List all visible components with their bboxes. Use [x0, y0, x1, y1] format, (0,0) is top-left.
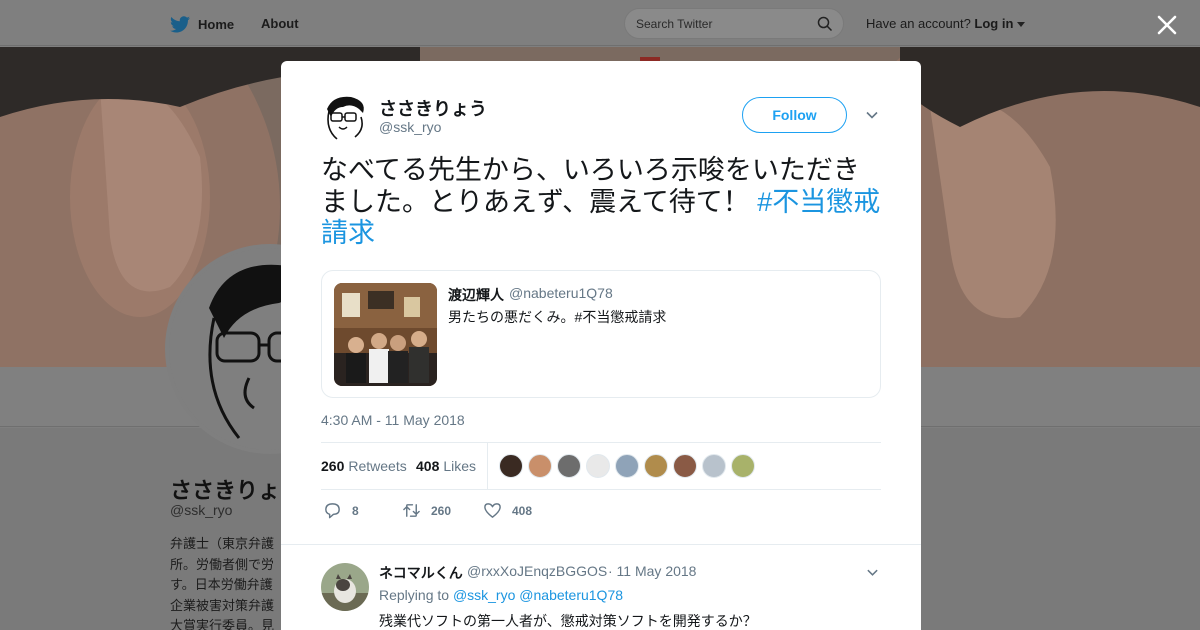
search-box	[624, 8, 844, 39]
reply-chevron-down-icon[interactable]	[866, 566, 879, 579]
account-prompt-text: Have an account?	[866, 16, 971, 31]
liker-avatar[interactable]	[586, 454, 610, 478]
search-input[interactable]	[636, 9, 816, 38]
nav-home-label: Home	[198, 16, 235, 32]
reply-avatar-photo	[321, 563, 369, 611]
reply-tweet[interactable]: ネコマルくん @rxxXoJEnqzBGGOS · 11 May 2018 Re…	[281, 544, 921, 630]
reply-count: 8	[352, 503, 359, 518]
liker-avatar[interactable]	[702, 454, 726, 478]
reply-icon	[325, 503, 340, 519]
likes-stat[interactable]: 408 Likes	[416, 458, 476, 474]
replying-to: Replying to @ssk_ryo @nabeteru1Q78	[379, 587, 623, 603]
liker-avatar[interactable]	[615, 454, 639, 478]
liker-avatar[interactable]	[557, 454, 581, 478]
author-name[interactable]: ささきりょう	[379, 95, 487, 121]
nav-home-link[interactable]: Home	[170, 14, 234, 34]
reply-button[interactable]: 8	[323, 501, 359, 520]
profile-name: ささきりょ	[170, 478, 281, 503]
profile-bio: 弁護士（東京弁護 所。労働者側で労 す。日本労働弁護 企業被害対策弁護 大賞実行…	[170, 536, 275, 630]
tweet-timestamp[interactable]: 4:30 AM - 11 May 2018	[321, 412, 465, 428]
close-icon[interactable]	[1156, 14, 1178, 36]
stats-divider	[487, 443, 488, 489]
reply-text: 残業代ソフトの第一人者が、懲戒対策ソフトを開発するか？	[379, 613, 757, 629]
account-prompt: Have an account? Log in	[866, 16, 1026, 31]
quoted-author-handle: @nabeteru1Q78	[509, 285, 613, 301]
reply-author-handle[interactable]: @rxxXoJEnqzBGGOS	[467, 563, 607, 579]
retweets-label: Retweets	[348, 458, 407, 474]
login-link[interactable]: Log in	[974, 16, 1013, 31]
liker-avatar[interactable]	[644, 454, 668, 478]
heart-icon	[484, 503, 501, 518]
reply-author-name[interactable]: ネコマルくん	[379, 563, 463, 583]
tweet-modal: ささきりょう @ssk_ryo Follow なべてる先生から、いろいろ示唆をい…	[281, 61, 921, 630]
quoted-tweet-text: 男たちの悪だくみ。#不当懲戒請求	[448, 309, 667, 325]
liker-avatar[interactable]	[673, 454, 697, 478]
likes-count: 408	[416, 458, 440, 474]
like-count: 408	[512, 503, 533, 518]
author-avatar[interactable]	[321, 93, 369, 141]
reply-date[interactable]: · 11 May 2018	[608, 563, 696, 579]
retweets-count: 260	[321, 458, 345, 474]
nav-about-link[interactable]: About	[261, 16, 299, 31]
replying-to-link-nabeteru[interactable]: @nabeteru1Q78	[519, 587, 623, 603]
follow-button[interactable]: Follow	[742, 97, 847, 133]
retweet-count: 260	[431, 503, 452, 518]
twitter-bird-icon	[170, 15, 190, 32]
like-button[interactable]: 408	[483, 501, 532, 520]
replying-to-label: Replying to	[379, 587, 450, 603]
tweet-actions: 8 260 408	[321, 501, 881, 523]
tweet-text: なべてる先生から、いろいろ示唆をいただきました。とりあえず、震えて待て！ #不当…	[321, 155, 886, 250]
caret-down-icon[interactable]	[1017, 21, 1026, 28]
quoted-tweet-photo[interactable]	[334, 283, 437, 386]
reply-avatar[interactable]	[321, 563, 369, 611]
likes-label: Likes	[443, 458, 477, 474]
tweet-stats: 260 Retweets 408 Likes	[321, 442, 881, 490]
quoted-photo-image	[334, 283, 437, 386]
liker-avatar[interactable]	[499, 454, 523, 478]
replying-to-link-ssk[interactable]: @ssk_ryo	[453, 587, 515, 603]
profile-handle: @ssk_ryo	[170, 502, 233, 518]
quoted-tweet-card[interactable]: 渡辺輝人 @nabeteru1Q78 男たちの悪だくみ。#不当懲戒請求	[321, 270, 881, 398]
retweets-stat[interactable]: 260 Retweets	[321, 458, 407, 474]
chevron-down-icon[interactable]	[865, 108, 879, 122]
liker-avatar[interactable]	[731, 454, 755, 478]
quoted-author-name: 渡辺輝人	[448, 287, 504, 303]
top-navigation-bar: Home About Have an account? Log in	[0, 0, 1200, 46]
search-icon[interactable]	[817, 16, 833, 32]
author-avatar-drawing	[321, 93, 369, 141]
retweet-icon	[403, 504, 420, 517]
liker-avatar[interactable]	[528, 454, 552, 478]
author-handle[interactable]: @ssk_ryo	[379, 119, 441, 135]
retweet-button[interactable]: 260	[402, 501, 451, 520]
